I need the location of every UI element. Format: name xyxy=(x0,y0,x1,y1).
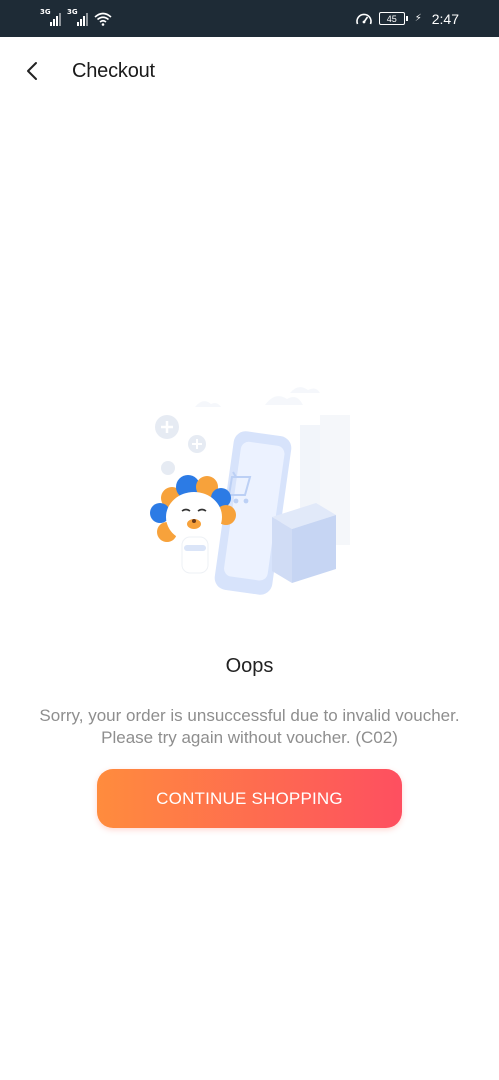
error-illustration xyxy=(150,387,350,595)
network-type-label: 3G xyxy=(40,7,51,16)
status-bar-left: 3G 3G xyxy=(40,8,112,26)
battery-level: 45 xyxy=(386,13,397,24)
charging-icon: ⚡ xyxy=(414,13,422,24)
result-title: Oops xyxy=(225,655,274,677)
status-time: 2:47 xyxy=(431,10,459,27)
speedometer-icon xyxy=(355,13,372,24)
status-bar: 3G 3G 45 ⚡ 2:47 xyxy=(0,0,499,37)
network-type-label: 3G xyxy=(67,7,78,16)
app-bar: Checkout xyxy=(0,37,499,105)
error-message: Sorry, your order is unsuccessful due to… xyxy=(39,706,460,747)
back-button[interactable] xyxy=(0,37,66,105)
page-title: Checkout xyxy=(72,59,155,82)
status-bar-right: 45 ⚡ 2:47 xyxy=(355,11,459,27)
signal-strength-icon: 3G xyxy=(67,8,88,26)
continue-shopping-button[interactable]: CONTINUE SHOPPING xyxy=(97,769,402,828)
chevron-left-icon xyxy=(27,62,37,80)
signal-strength-icon: 3G xyxy=(40,8,61,26)
wifi-icon xyxy=(94,12,112,26)
battery-icon: 45 xyxy=(378,12,408,25)
